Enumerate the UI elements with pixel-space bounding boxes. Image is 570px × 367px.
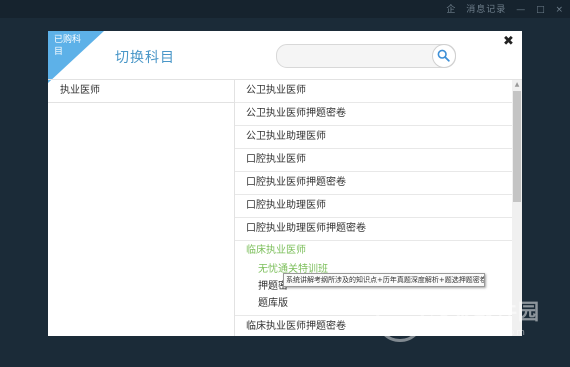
subject-item[interactable]: 公卫执业医师 xyxy=(235,80,512,103)
subject-item[interactable]: 口腔执业医师 xyxy=(235,149,512,172)
watermark-url: www.33LC.com xyxy=(434,328,527,338)
scrollbar-thumb[interactable] xyxy=(513,91,521,202)
search-icon xyxy=(437,49,450,62)
message-record-link[interactable]: 消息记录 xyxy=(466,5,506,15)
scroll-up-icon[interactable]: ▲ xyxy=(512,80,522,90)
maximize-button[interactable]: □ xyxy=(536,5,546,15)
minimize-button[interactable]: — xyxy=(516,5,526,15)
subject-item[interactable]: 口腔执业医师押题密卷 xyxy=(235,172,512,195)
search-input[interactable] xyxy=(276,44,456,68)
close-icon[interactable]: ✖ xyxy=(503,34,514,49)
search-button[interactable] xyxy=(432,44,456,68)
watermark-logo-icon xyxy=(376,294,424,342)
subject-item[interactable]: 公卫执业医师押题密卷 xyxy=(235,103,512,126)
category-item-practicing-physician[interactable]: 执业医师 xyxy=(48,80,234,103)
window-icon[interactable]: 企 xyxy=(446,5,456,15)
category-list: 执业医师 xyxy=(48,80,235,336)
app-titlebar: 企 消息记录 — □ × xyxy=(0,0,570,18)
subject-group-clinical[interactable]: 临床执业医师 xyxy=(235,241,512,261)
window-controls: 企 消息记录 — □ × xyxy=(440,2,564,15)
watermark-text: 绿茶软件园 xyxy=(430,300,540,324)
window-close-button[interactable]: × xyxy=(555,5,564,15)
subject-item[interactable]: 公卫执业助理医师 xyxy=(235,126,512,149)
subject-item[interactable]: 口腔执业助理医师 xyxy=(235,195,512,218)
watermark: 绿茶软件园 www.33LC.com xyxy=(376,290,566,350)
subject-item[interactable]: 口腔执业助理医师押题密卷 xyxy=(235,218,512,241)
purchased-badge-label: 已购科目 xyxy=(54,35,82,57)
dialog-title: 切换科目 xyxy=(115,50,175,66)
tooltip: 系统讲解考纲所涉及的知识点+历年真题深度解析+题选押题密卷 xyxy=(283,273,485,287)
